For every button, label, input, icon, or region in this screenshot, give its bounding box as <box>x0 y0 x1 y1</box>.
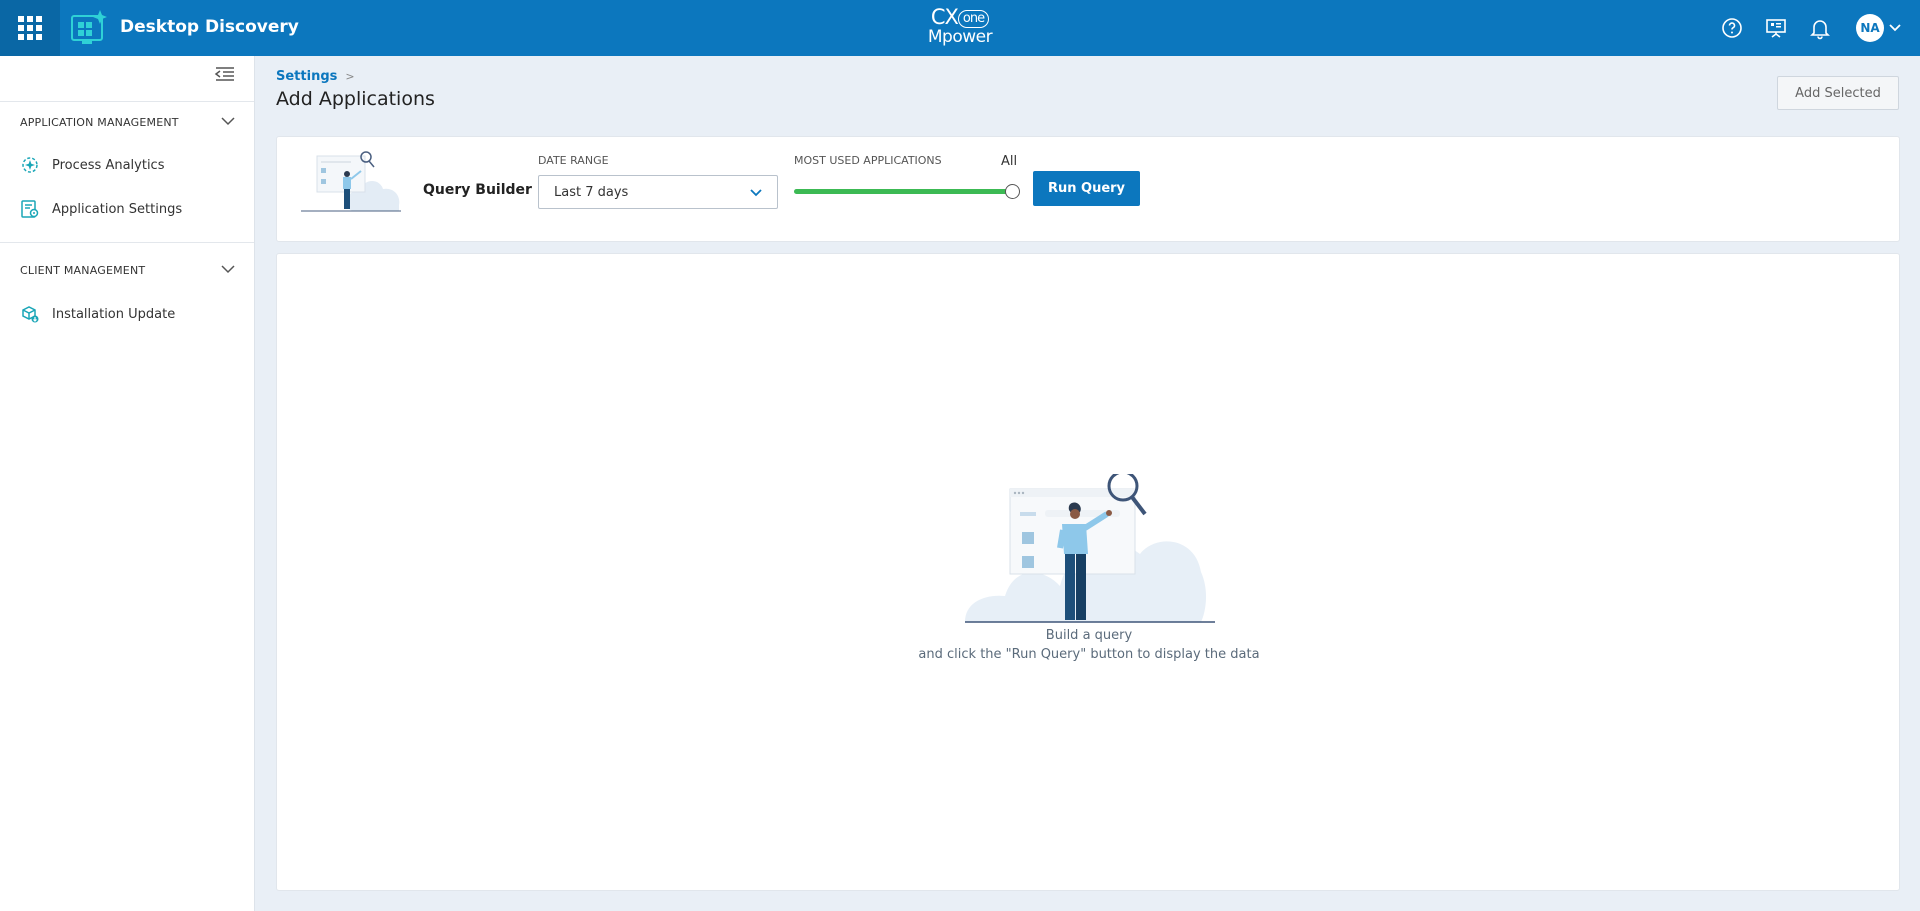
page-title: Add Applications <box>276 88 435 110</box>
chevron-down-icon[interactable] <box>220 113 236 129</box>
help-icon[interactable] <box>1720 16 1744 40</box>
section-client-management: CLIENT MANAGEMENT <box>20 264 146 277</box>
app-launcher-button[interactable] <box>0 0 60 56</box>
sidebar-divider <box>0 242 254 243</box>
app-title: Desktop Discovery <box>120 17 299 37</box>
query-builder-label: Query Builder <box>423 182 532 198</box>
bell-icon[interactable] <box>1808 16 1832 40</box>
empty-state-description: and click the "Run Query" button to disp… <box>918 647 1260 662</box>
breadcrumb-separator: > <box>345 70 355 83</box>
breadcrumb: Settings > <box>276 69 355 84</box>
query-illustration-icon <box>301 151 401 212</box>
chevron-down-icon[interactable] <box>220 261 236 277</box>
sidebar-item-label: Installation Update <box>52 306 176 322</box>
most-used-apps-slider[interactable] <box>794 184 1020 199</box>
brand-cx: CX <box>930 5 959 29</box>
slider-fill <box>794 189 1012 194</box>
breadcrumb-settings-link[interactable]: Settings <box>276 69 337 84</box>
query-builder-panel: Query Builder DATE RANGE Last 7 days MOS… <box>276 136 1900 242</box>
chevron-down-icon <box>750 189 762 197</box>
date-range-value: Last 7 days <box>554 185 629 200</box>
collapse-sidebar-icon[interactable] <box>214 64 236 84</box>
process-analytics-icon <box>22 157 38 173</box>
sidebar-item-installation-update[interactable]: Installation Update <box>20 302 175 326</box>
sidebar-item-label: Application Settings <box>52 201 183 217</box>
most-used-apps-label: MOST USED APPLICATIONS <box>794 154 942 167</box>
add-selected-button[interactable]: Add Selected <box>1777 76 1899 110</box>
sidebar-item-application-settings[interactable]: Application Settings <box>20 197 182 221</box>
brand-mpower: Mpower <box>927 27 993 47</box>
presentation-icon[interactable] <box>1764 16 1788 40</box>
grid-icon <box>18 16 42 40</box>
brand-one: one <box>957 10 990 28</box>
cxone-mpower-logo: CX one Mpower <box>920 6 1000 50</box>
top-header: Desktop Discovery CX one Mpower NA <box>0 0 1920 56</box>
results-panel: Build a query and click the "Run Query" … <box>276 253 1900 891</box>
date-range-label: DATE RANGE <box>538 154 609 167</box>
sidebar: APPLICATION MANAGEMENT Process Analytics… <box>0 56 255 911</box>
section-application-management: APPLICATION MANAGEMENT <box>20 116 179 129</box>
empty-state-title: Build a query <box>1045 628 1133 643</box>
sidebar-item-process-analytics[interactable]: Process Analytics <box>20 153 164 177</box>
empty-state-illustration-icon <box>965 474 1215 623</box>
chevron-down-icon[interactable] <box>1888 21 1902 35</box>
installation-update-icon <box>22 306 39 323</box>
run-query-button[interactable]: Run Query <box>1033 171 1140 206</box>
slider-thumb[interactable] <box>1005 184 1020 199</box>
desktop-discovery-logo-icon <box>71 10 107 44</box>
sidebar-item-label: Process Analytics <box>52 157 165 173</box>
application-settings-icon <box>21 200 39 218</box>
sidebar-divider <box>0 101 254 102</box>
date-range-select[interactable]: Last 7 days <box>538 175 778 209</box>
most-used-apps-value: All <box>1001 154 1018 169</box>
user-avatar[interactable]: NA <box>1856 14 1884 42</box>
